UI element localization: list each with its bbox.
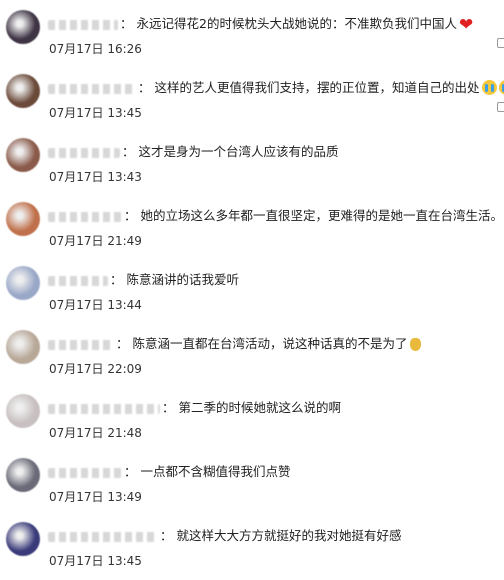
avatar[interactable] (6, 10, 40, 44)
comment-item[interactable]: ：一点都不含糊值得我们点赞 07月17日 13:49 (0, 452, 504, 516)
comment-line: ：第二季的时候她就这么说的啊 (48, 397, 341, 416)
separator: ： (124, 464, 137, 479)
separator: ： (162, 400, 175, 415)
comment-line: ：永远记得花2的时候枕头大战她说的：不准欺负我们中国人 ❤ (48, 13, 473, 35)
comment-item[interactable]: ：永远记得花2的时候枕头大战她说的：不准欺负我们中国人 ❤ 07月17日 16:26 (0, 4, 504, 68)
comment-item[interactable]: ：她的立场这么多年都一直很坚定，更难得的是她一直在台湾生活。 07月17日 21:… (0, 196, 504, 260)
comment-timestamp: 07月17日 16:26 (49, 42, 142, 56)
comment-timestamp: 07月17日 13:45 (49, 106, 142, 120)
crying-emoji-icon (481, 80, 497, 95)
separator: ： (120, 16, 133, 31)
separator: ： (122, 144, 135, 159)
comment-timestamp: 07月17日 13:43 (49, 170, 142, 184)
comment-timestamp: 07月17日 21:49 (49, 234, 142, 248)
comment-item[interactable]: ：这才是身为一个台湾人应该有的品质 07月17日 13:43 (0, 132, 504, 196)
comment-text: 这才是身为一个台湾人应该有的品质 (138, 144, 339, 159)
avatar[interactable] (6, 394, 40, 428)
separator: ： (138, 80, 151, 95)
comment-timestamp: 07月17日 13:49 (49, 490, 142, 504)
reply-icon[interactable] (497, 102, 504, 112)
money-bag-emoji-icon (409, 338, 421, 351)
comment-line: ：这样的艺人更值得我们支持，摆的正位置，知道自己的出处 (48, 77, 504, 96)
username-blurred[interactable] (48, 211, 122, 222)
avatar[interactable] (6, 202, 40, 236)
avatar[interactable] (6, 330, 40, 364)
avatar[interactable] (6, 522, 40, 556)
comment-item[interactable]: ：第二季的时候她就这么说的啊 07月17日 21:48 (0, 388, 504, 452)
comment-timestamp: 07月17日 22:09 (49, 362, 142, 376)
comment-item[interactable]: ：就这样大大方方就挺好的我对她挺有好感 07月17日 13:45 (0, 516, 504, 580)
heart-emoji-icon: ❤ (458, 15, 474, 35)
comment-text: 一点都不含糊值得我们点赞 (140, 464, 291, 479)
comment-item[interactable]: ：陈意涵讲的话我爱听 07月17日 13:44 (0, 260, 504, 324)
separator: ： (116, 336, 129, 351)
username-blurred[interactable] (48, 147, 120, 158)
separator: ： (124, 208, 137, 223)
username-blurred[interactable] (48, 403, 160, 414)
comment-timestamp: 07月17日 13:45 (49, 554, 142, 568)
comment-line: ：陈意涵讲的话我爱听 (48, 269, 239, 288)
avatar[interactable] (6, 74, 40, 108)
comment-line: ：这才是身为一个台湾人应该有的品质 (48, 141, 339, 160)
username-blurred[interactable] (48, 339, 114, 350)
username-blurred[interactable] (48, 19, 118, 30)
comment-text: 这样的艺人更值得我们支持，摆的正位置，知道自己的出处 (154, 80, 480, 95)
reply-icon[interactable] (497, 38, 504, 48)
separator: ： (160, 528, 173, 543)
username-blurred[interactable] (48, 531, 158, 542)
comment-line: ：陈意涵一直都在台湾活动，说这种话真的不是为了 (48, 333, 421, 352)
comment-text: 陈意涵一直都在台湾活动，说这种话真的不是为了 (132, 336, 408, 351)
comment-line: ：一点都不含糊值得我们点赞 (48, 461, 291, 480)
comment-timestamp: 07月17日 13:44 (49, 298, 142, 312)
comment-line: ：她的立场这么多年都一直很坚定，更难得的是她一直在台湾生活。 (48, 205, 503, 224)
comment-text: 她的立场这么多年都一直很坚定，更难得的是她一直在台湾生活。 (140, 208, 504, 223)
comment-text: 就这样大大方方就挺好的我对她挺有好感 (176, 528, 402, 543)
username-blurred[interactable] (48, 275, 108, 286)
avatar[interactable] (6, 138, 40, 172)
comment-line: ：就这样大大方方就挺好的我对她挺有好感 (48, 525, 402, 544)
crying-emoji-icon (498, 80, 504, 95)
username-blurred[interactable] (48, 467, 122, 478)
comment-text: 陈意涵讲的话我爱听 (126, 272, 240, 287)
avatar[interactable] (6, 458, 40, 492)
comment-item[interactable]: ：这样的艺人更值得我们支持，摆的正位置，知道自己的出处 07月17日 13:45 (0, 68, 504, 132)
separator: ： (110, 272, 123, 287)
comment-text: 永远记得花2的时候枕头大战她说的：不准欺负我们中国人 (136, 16, 457, 31)
comment-text: 第二季的时候她就这么说的啊 (178, 400, 342, 415)
username-blurred[interactable] (48, 83, 136, 94)
comment-item[interactable]: ：陈意涵一直都在台湾活动，说这种话真的不是为了 07月17日 22:09 (0, 324, 504, 388)
avatar[interactable] (6, 266, 40, 300)
comment-timestamp: 07月17日 21:48 (49, 426, 142, 440)
